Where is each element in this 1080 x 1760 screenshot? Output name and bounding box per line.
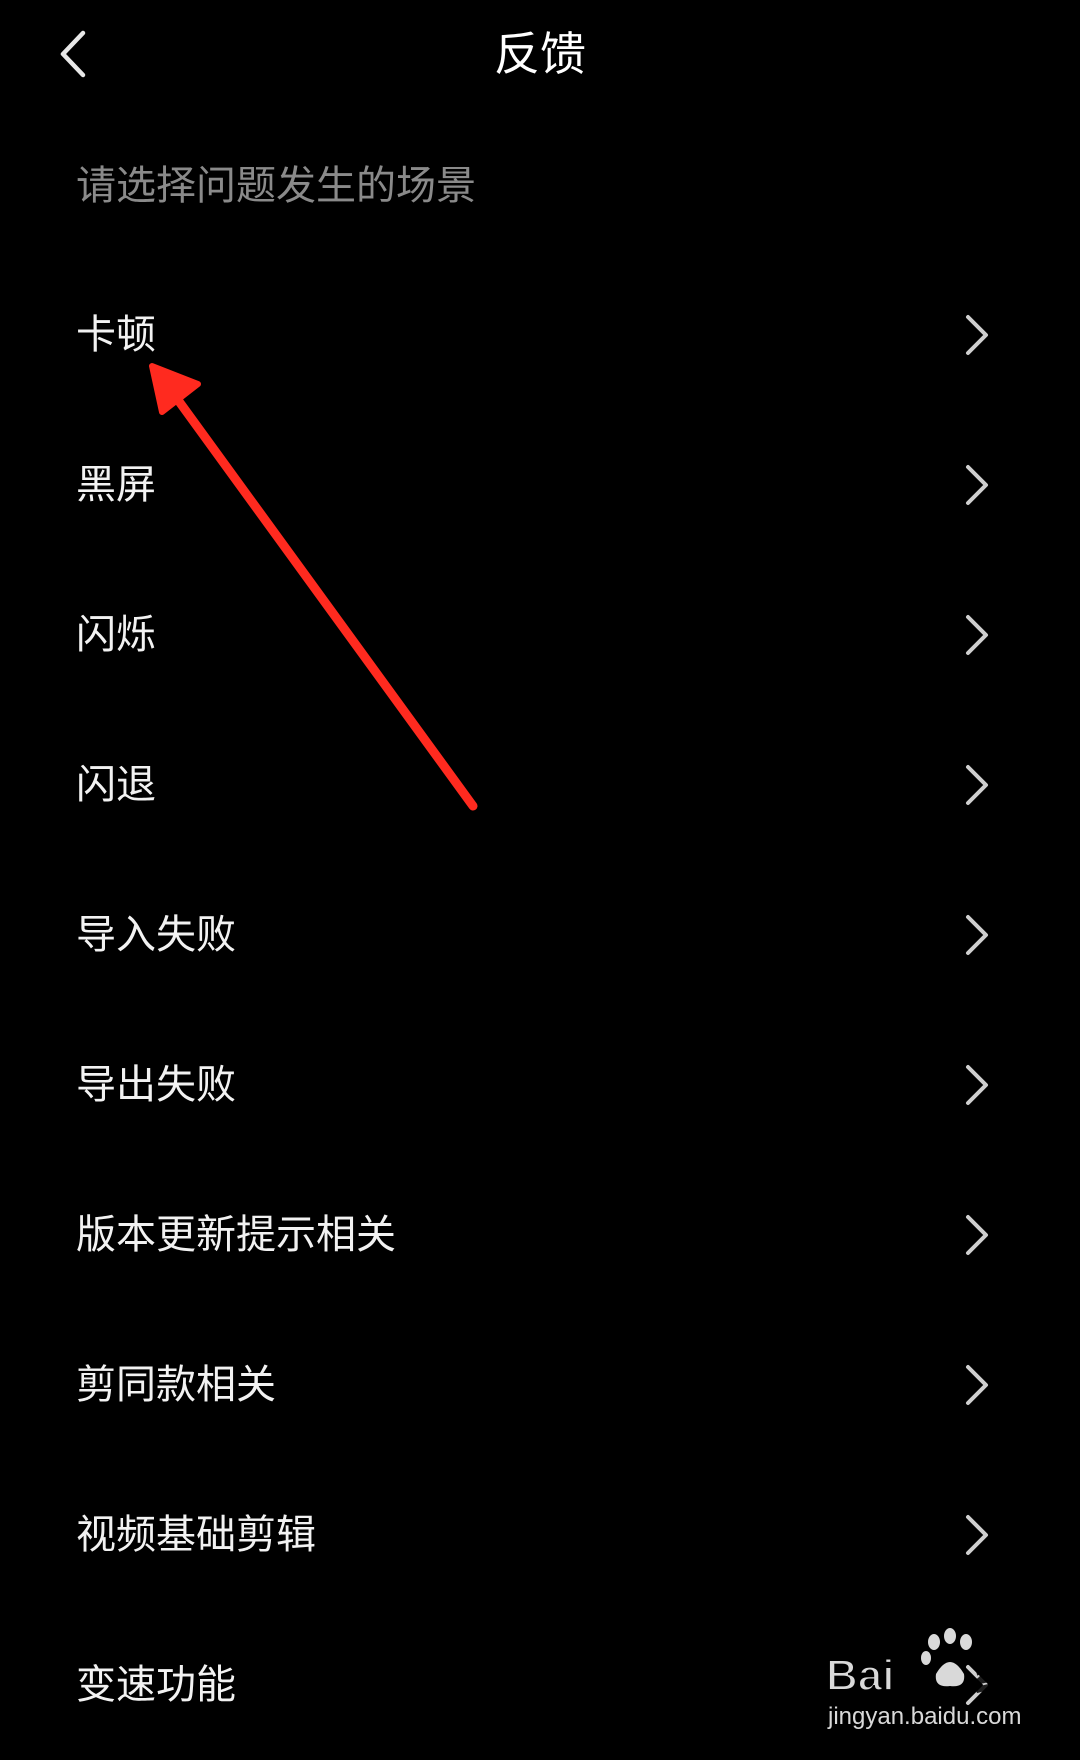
- scenario-list: 卡顿 黑屏 闪烁 闪退 导入失败 导出失败 版本更新提示相关 剪同款相关 视频基…: [0, 260, 1080, 1760]
- list-item-crash[interactable]: 闪退: [0, 710, 1080, 860]
- watermark-url: jingyan.baidu.com: [828, 1703, 1022, 1730]
- list-item-basic-editing[interactable]: 视频基础剪辑: [0, 1460, 1080, 1610]
- list-item-label: 变速功能: [76, 1662, 236, 1708]
- chevron-right-icon: [966, 1365, 988, 1405]
- chevron-right-icon: [966, 315, 988, 355]
- svg-text:经验: 经验: [976, 1654, 1056, 1700]
- chevron-right-icon: [966, 1065, 988, 1105]
- header-bar: 反馈: [0, 0, 1080, 115]
- svg-text:Bai: Bai: [826, 1651, 894, 1700]
- chevron-right-icon: [966, 1215, 988, 1255]
- baidu-jingyan-logo: Bai 经验: [826, 1628, 1057, 1700]
- page-title: 反馈: [494, 27, 586, 81]
- section-title: 请选择问题发生的场景: [76, 163, 476, 209]
- list-item-template-related[interactable]: 剪同款相关: [0, 1310, 1080, 1460]
- chevron-right-icon: [966, 465, 988, 505]
- list-item-update-prompt[interactable]: 版本更新提示相关: [0, 1160, 1080, 1310]
- list-item-label: 黑屏: [76, 462, 156, 508]
- list-item-black-screen[interactable]: 黑屏: [0, 410, 1080, 560]
- list-item-label: 导入失败: [76, 912, 236, 958]
- list-item-label: 视频基础剪辑: [76, 1512, 316, 1558]
- list-item-label: 闪退: [76, 762, 156, 808]
- list-item-export-failed[interactable]: 导出失败: [0, 1010, 1080, 1160]
- chevron-right-icon: [966, 915, 988, 955]
- chevron-right-icon: [966, 615, 988, 655]
- list-item-label: 版本更新提示相关: [76, 1212, 396, 1258]
- list-item-label: 导出失败: [76, 1062, 236, 1108]
- list-item-stutter[interactable]: 卡顿: [0, 260, 1080, 410]
- list-item-label: 闪烁: [76, 612, 156, 658]
- list-item-import-failed[interactable]: 导入失败: [0, 860, 1080, 1010]
- list-item-label: 剪同款相关: [76, 1362, 276, 1408]
- list-item-flicker[interactable]: 闪烁: [0, 560, 1080, 710]
- chevron-right-icon: [966, 765, 988, 805]
- list-item-label: 卡顿: [76, 312, 156, 358]
- chevron-right-icon: [966, 1515, 988, 1555]
- watermark: Bai 经验 jingyan.baidu.com: [826, 1628, 1066, 1738]
